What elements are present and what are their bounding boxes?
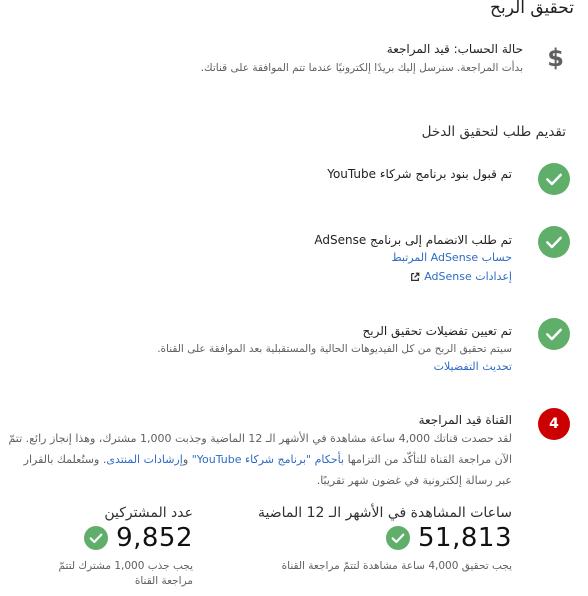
subscribers-note-line-2: مراجعة القناة [134,575,193,587]
adsense-settings-label: إعدادات AdSense [424,270,512,283]
step-3-description: سيتم تحقيق الربح من كل الفيديوهات الحالي… [157,343,512,355]
community-guidelines-link[interactable]: إرشادات المنتدى [106,453,183,466]
watch-hours-value: 51,813 [418,523,512,553]
watch-hours-label: ساعات المشاهدة في الأشهر الـ 12 الماضية [258,505,512,521]
subscribers-value: 9,852 [116,523,193,553]
step-1-title: تم قبول بنود برنامج شركاء YouTube [327,167,512,181]
open-in-new-icon [410,272,420,282]
step-4-badge: 4 [538,408,570,440]
section-title: تقديم طلب لتحقيق الدخل [421,124,566,140]
check-icon [84,526,109,550]
dollar-icon: $ [547,44,564,72]
step-4-title: القناة قيد المراجعة [418,413,512,427]
subscribers-note-line-1: يجب جذب 1,000 مشترك لتتمّ [58,560,193,572]
ypp-policies-link[interactable]: بأحكام "برنامج شركاء YouTube" [192,453,344,466]
page-title: تحقيق الربح [489,0,574,18]
subscribers-note: يجب جذب 1,000 مشترك لتتمّ مراجعة القناة [59,559,193,589]
check-icon [386,526,411,550]
step-2-title: تم طلب الانضمام إلى برنامج AdSense [314,233,512,247]
check-icon [538,226,570,258]
adsense-settings-link[interactable]: إعدادات AdSense [410,270,512,283]
subscribers-row: 9,852 [84,523,193,553]
check-icon [538,318,570,350]
account-status-title: حالة الحساب: قيد المراجعة [386,42,523,56]
step-3-title: تم تعيين تفضيلات تحقيق الربح [362,324,512,338]
linked-adsense-account-link[interactable]: حساب AdSense المرتبط [391,251,512,264]
update-preferences-link[interactable]: تحديث التفضيلات [434,360,512,373]
step-4-paragraph: لقد حصدت قناتك 4,000 ساعة مشاهدة في الأش… [7,428,512,491]
subscribers-label: عدد المشتركين [104,505,193,521]
watch-hours-row: 51,813 [386,523,512,553]
check-icon [538,163,570,195]
step-4-text-and: و [182,453,192,466]
account-status-description: بدأت المراجعة. سنرسل إليك بريدًا إلكترون… [200,62,523,74]
watch-hours-note: يجب تحقيق 4,000 ساعة مشاهدة لتتمّ مراجعة… [281,560,512,572]
